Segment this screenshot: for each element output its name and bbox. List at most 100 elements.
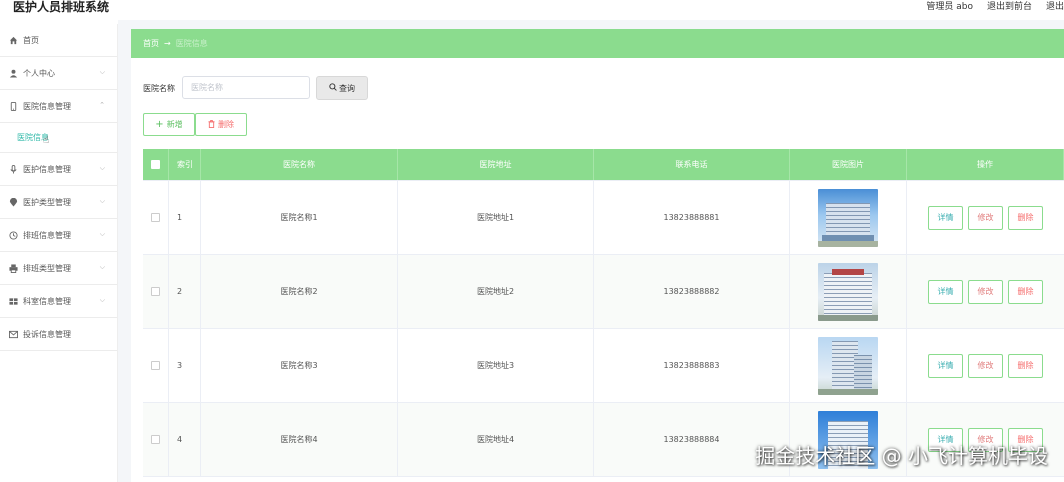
sidebar-item-complaint[interactable]: 投诉信息管理 bbox=[0, 318, 117, 351]
row-address: 医院地址3 bbox=[398, 329, 594, 402]
sidebar-item-label: 投诉信息管理 bbox=[23, 329, 71, 339]
row-phone: 13823888881 bbox=[594, 181, 790, 254]
breadcrumb-arrow: → bbox=[164, 39, 171, 48]
chevron-up-icon: ⌃ bbox=[99, 101, 105, 109]
location-icon bbox=[8, 197, 18, 207]
hospital-image[interactable] bbox=[818, 188, 878, 247]
breadcrumb-home[interactable]: 首页 bbox=[143, 38, 159, 49]
table-row: 3 医院名称3 医院地址3 13823888883 详情 修改 删除 bbox=[143, 329, 1064, 403]
edit-button[interactable]: 修改 bbox=[968, 205, 1003, 230]
grid-icon bbox=[8, 296, 18, 306]
mail-icon bbox=[8, 329, 18, 339]
row-image-cell bbox=[790, 329, 907, 402]
row-ops: 详情 修改 删除 bbox=[907, 255, 1064, 328]
printer-icon bbox=[8, 263, 18, 273]
chevron-down-icon: ⌵ bbox=[99, 230, 105, 238]
trash-icon bbox=[208, 119, 215, 130]
row-address: 医院地址1 bbox=[398, 181, 594, 254]
select-all-checkbox[interactable] bbox=[151, 160, 160, 169]
header-name[interactable]: 医院名称 bbox=[201, 149, 398, 180]
add-button[interactable]: + 新增 bbox=[143, 113, 195, 136]
chevron-down-icon: ⌵ bbox=[99, 296, 105, 304]
chevron-down-icon: ⌵ bbox=[99, 197, 105, 205]
row-name: 医院名称3 bbox=[201, 329, 398, 402]
row-ops: 详情 修改 删除 bbox=[907, 181, 1064, 254]
row-checkbox-cell bbox=[143, 403, 169, 476]
sidebar-item-label: 个人中心 bbox=[23, 68, 55, 78]
detail-button[interactable]: 详情 bbox=[928, 353, 963, 378]
row-index: 3 bbox=[169, 329, 201, 402]
detail-button[interactable]: 详情 bbox=[928, 279, 963, 304]
header-address[interactable]: 医院地址 bbox=[398, 149, 594, 180]
clock-icon bbox=[8, 230, 18, 240]
row-name: 医院名称2 bbox=[201, 255, 398, 328]
sidebar-item-label: 排班信息管理 bbox=[23, 230, 71, 240]
row-index: 4 bbox=[169, 403, 201, 476]
home-icon bbox=[8, 35, 18, 45]
row-image-cell bbox=[790, 255, 907, 328]
add-button-label: 新增 bbox=[166, 120, 183, 129]
logout-link[interactable]: 退出 bbox=[1046, 0, 1064, 14]
row-checkbox[interactable] bbox=[151, 361, 160, 370]
row-checkbox[interactable] bbox=[151, 435, 160, 444]
edit-button[interactable]: 修改 bbox=[968, 353, 1003, 378]
row-phone: 13823888883 bbox=[594, 329, 790, 402]
sidebar-item-staff-type[interactable]: 医护类型管理 ⌵ bbox=[0, 186, 117, 219]
sidebar-item-label: 医护信息管理 bbox=[23, 164, 71, 174]
sidebar-item-schedule[interactable]: 排班信息管理 ⌵ bbox=[0, 219, 117, 252]
app-title: 医护人员排班系统 bbox=[13, 0, 110, 14]
top-bar: 医护人员排班系统 管理员 abo 退出到前台 退出 bbox=[0, 0, 1064, 20]
hospital-image[interactable] bbox=[818, 262, 878, 321]
row-checkbox-cell bbox=[143, 181, 169, 254]
sidebar-item-label: 排班类型管理 bbox=[23, 263, 71, 273]
select-all-cell bbox=[143, 149, 169, 180]
delete-button[interactable]: 删除 bbox=[1008, 279, 1043, 304]
sidebar-item-label: 医院信息管理 bbox=[23, 101, 71, 111]
header-phone[interactable]: 联系电话 bbox=[594, 149, 790, 180]
sidebar-item-department[interactable]: 科室信息管理 ⌵ bbox=[0, 285, 117, 318]
row-address: 医院地址4 bbox=[398, 403, 594, 476]
sidebar-item-schedule-type[interactable]: 排班类型管理 ⌵ bbox=[0, 252, 117, 285]
header-image: 医院图片 bbox=[790, 149, 907, 180]
row-address: 医院地址2 bbox=[398, 255, 594, 328]
search-input[interactable] bbox=[182, 76, 310, 99]
row-name: 医院名称4 bbox=[201, 403, 398, 476]
row-name: 医院名称1 bbox=[201, 181, 398, 254]
row-checkbox[interactable] bbox=[151, 213, 160, 222]
detail-button[interactable]: 详情 bbox=[928, 205, 963, 230]
breadcrumb-current: 医院信息 bbox=[175, 39, 208, 48]
sidebar-item-staff[interactable]: 医护信息管理 ⌵ bbox=[0, 153, 117, 186]
row-checkbox[interactable] bbox=[151, 287, 160, 296]
search-label: 医院名称 bbox=[143, 84, 175, 93]
sidebar-item-hospital[interactable]: 医院信息管理 ⌃ bbox=[0, 90, 117, 123]
row-checkbox-cell bbox=[143, 329, 169, 402]
delete-button-label: 删除 bbox=[218, 120, 234, 129]
edit-button[interactable]: 修改 bbox=[968, 279, 1003, 304]
frontend-link[interactable]: 退出到前台 bbox=[987, 0, 1032, 14]
delete-button[interactable]: 删除 bbox=[1008, 205, 1043, 230]
chevron-down-icon: ⌵ bbox=[99, 164, 105, 172]
sidebar-subitem-hospital-info[interactable]: 医院信息 ☝ bbox=[0, 123, 117, 153]
row-phone: 13823888882 bbox=[594, 255, 790, 328]
row-image-cell bbox=[790, 181, 907, 254]
sidebar-item-profile[interactable]: 个人中心 ⌵ bbox=[0, 57, 117, 90]
table-header-row: 索引 医院名称 医院地址 联系电话 医院图片 操作 bbox=[143, 149, 1064, 181]
batch-delete-button[interactable]: 删除 bbox=[195, 113, 247, 136]
delete-button[interactable]: 删除 bbox=[1008, 353, 1043, 378]
query-button-label: 查询 bbox=[339, 83, 355, 93]
query-button[interactable]: 查询 bbox=[316, 76, 368, 100]
sidebar: 首页 个人中心 ⌵ 医院信息管理 ⌃ 医院信息 ☝ 医护信息管理 ⌵ 医护类型管… bbox=[0, 24, 118, 482]
phone-icon bbox=[8, 101, 18, 111]
user-icon bbox=[8, 68, 18, 78]
sidebar-item-label: 医护类型管理 bbox=[23, 197, 71, 207]
chevron-down-icon: ⌵ bbox=[99, 68, 105, 76]
watermark: 掘金技术社区 @ 小飞计算机毕设 bbox=[755, 444, 1048, 468]
hospital-image[interactable] bbox=[818, 336, 878, 395]
plus-icon: + bbox=[155, 119, 164, 130]
mic-icon bbox=[8, 164, 18, 174]
chevron-down-icon: ⌵ bbox=[99, 263, 105, 271]
row-index: 1 bbox=[169, 181, 201, 254]
sidebar-item-home[interactable]: 首页 bbox=[0, 24, 117, 57]
row-ops: 详情 修改 删除 bbox=[907, 329, 1064, 402]
hospital-table: 索引 医院名称 医院地址 联系电话 医院图片 操作 1 医院名称1 医院地址1 … bbox=[143, 149, 1064, 477]
